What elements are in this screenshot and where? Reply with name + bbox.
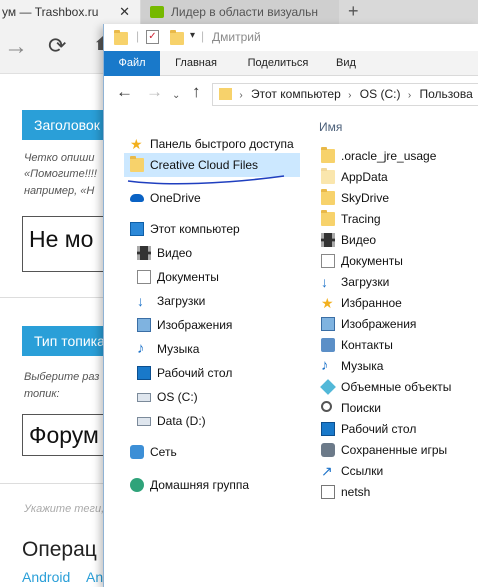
ribbon-tabs: Файл Главная Поделиться Вид xyxy=(104,51,478,76)
pictures-icon xyxy=(137,318,151,332)
chevron-down-icon[interactable]: ▾ xyxy=(190,30,195,41)
chevron-right-icon: › xyxy=(239,90,243,101)
divider xyxy=(0,297,120,298)
download-icon: ↓ xyxy=(137,293,144,309)
desktop-icon xyxy=(321,422,335,436)
os-link-android[interactable]: Android xyxy=(22,569,70,585)
refresh-icon[interactable]: ⟳ xyxy=(48,34,66,58)
homegroup-icon xyxy=(130,478,144,492)
document-icon xyxy=(137,270,151,284)
tab-home[interactable]: Главная xyxy=(167,51,225,76)
music-icon: ♪ xyxy=(321,357,329,374)
music-icon: ♪ xyxy=(137,340,145,357)
back-arrow-icon[interactable]: ← xyxy=(116,82,133,102)
document-icon xyxy=(321,254,335,268)
breadcrumb-this-pc[interactable]: Этот компьютер xyxy=(251,84,341,105)
recent-locations-icon[interactable]: ⌄ xyxy=(172,86,180,106)
file-list-pane: Имя .oracle_jre_usage AppData SkyDrive T… xyxy=(301,112,478,587)
video-icon xyxy=(321,233,335,247)
new-folder-icon[interactable] xyxy=(170,30,184,45)
desktop-icon xyxy=(137,366,151,380)
chevron-right-icon: › xyxy=(348,90,352,101)
saved-games-icon xyxy=(321,443,335,457)
tab-share[interactable]: Поделиться xyxy=(238,51,318,76)
hint-line: например, «Н xyxy=(24,185,95,197)
folder-icon xyxy=(130,156,144,172)
browser-tab-bar: ум — Trashbox.ru ✕ Лидер в области визуа… xyxy=(0,0,478,24)
folder-icon xyxy=(321,147,335,163)
tab-title: ум — Trashbox.ru xyxy=(2,5,99,19)
favorites-icon: ★ xyxy=(321,295,334,311)
drive-icon xyxy=(137,393,151,402)
forward-arrow-icon[interactable]: → xyxy=(4,35,28,59)
os-section-title: Операц xyxy=(22,538,97,561)
chevron-right-icon: › xyxy=(407,90,412,101)
cloud-icon xyxy=(130,194,144,202)
tags-hint: Укажите теги, xyxy=(24,503,105,515)
pictures-icon xyxy=(321,317,335,331)
os-link-an[interactable]: An xyxy=(86,569,103,585)
contacts-icon xyxy=(321,338,335,352)
folder-icon xyxy=(321,210,335,226)
address-bar[interactable]: › Этот компьютер › OS (C:) › Пользова xyxy=(212,83,478,106)
network-icon xyxy=(130,445,144,459)
nvidia-logo-icon xyxy=(150,6,164,18)
links-icon: ↗ xyxy=(321,463,333,479)
breadcrumb-os-c[interactable]: OS (C:) xyxy=(360,84,401,105)
navigation-pane: ★ Панель быстрого доступа Creative Cloud… xyxy=(104,112,301,587)
column-header-name[interactable]: Имя xyxy=(319,120,342,134)
hint-line: Выберите раз xyxy=(24,371,100,383)
properties-icon[interactable]: ✓ xyxy=(146,30,159,44)
up-arrow-icon[interactable]: ↑ xyxy=(192,82,201,102)
tab-title: Лидер в области визуальн xyxy=(171,5,319,19)
divider xyxy=(0,483,120,484)
tab-file[interactable]: Файл xyxy=(104,51,160,76)
hint-line: «Помогите!!!! xyxy=(24,168,97,180)
address-bar-row: ← → ⌄ ↑ › Этот компьютер › OS (C:) › Пол… xyxy=(104,76,478,112)
search-icon xyxy=(321,401,332,412)
star-icon: ★ xyxy=(130,136,143,152)
close-tab-icon[interactable]: ✕ xyxy=(119,0,130,24)
new-tab-button[interactable]: + xyxy=(348,0,359,22)
folder-icon xyxy=(219,88,232,100)
folder-icon xyxy=(321,168,335,184)
tab-view[interactable]: Вид xyxy=(326,51,366,76)
forward-arrow-icon[interactable]: → xyxy=(146,82,163,102)
3d-objects-icon xyxy=(320,379,336,395)
hint-line: Четко опиши xyxy=(24,152,95,164)
title-bar: | ✓ ▾ | Дмитрий xyxy=(104,24,478,51)
breadcrumb-users[interactable]: Пользова xyxy=(420,84,473,105)
window-title: Дмитрий xyxy=(212,30,261,44)
video-icon xyxy=(137,246,151,260)
computer-icon xyxy=(130,222,144,236)
file-icon xyxy=(321,485,335,499)
folder-icon xyxy=(114,30,128,45)
file-explorer-window: | ✓ ▾ | Дмитрий Файл Главная Поделиться … xyxy=(103,24,478,587)
download-icon: ↓ xyxy=(321,274,328,290)
hint-line: топик: xyxy=(24,388,60,400)
drive-icon xyxy=(137,417,151,426)
folder-icon xyxy=(321,189,335,205)
browser-tab-trashbox[interactable]: ум — Trashbox.ru ✕ xyxy=(0,0,140,24)
browser-tab-nvidia[interactable]: Лидер в области визуальн xyxy=(141,0,339,24)
